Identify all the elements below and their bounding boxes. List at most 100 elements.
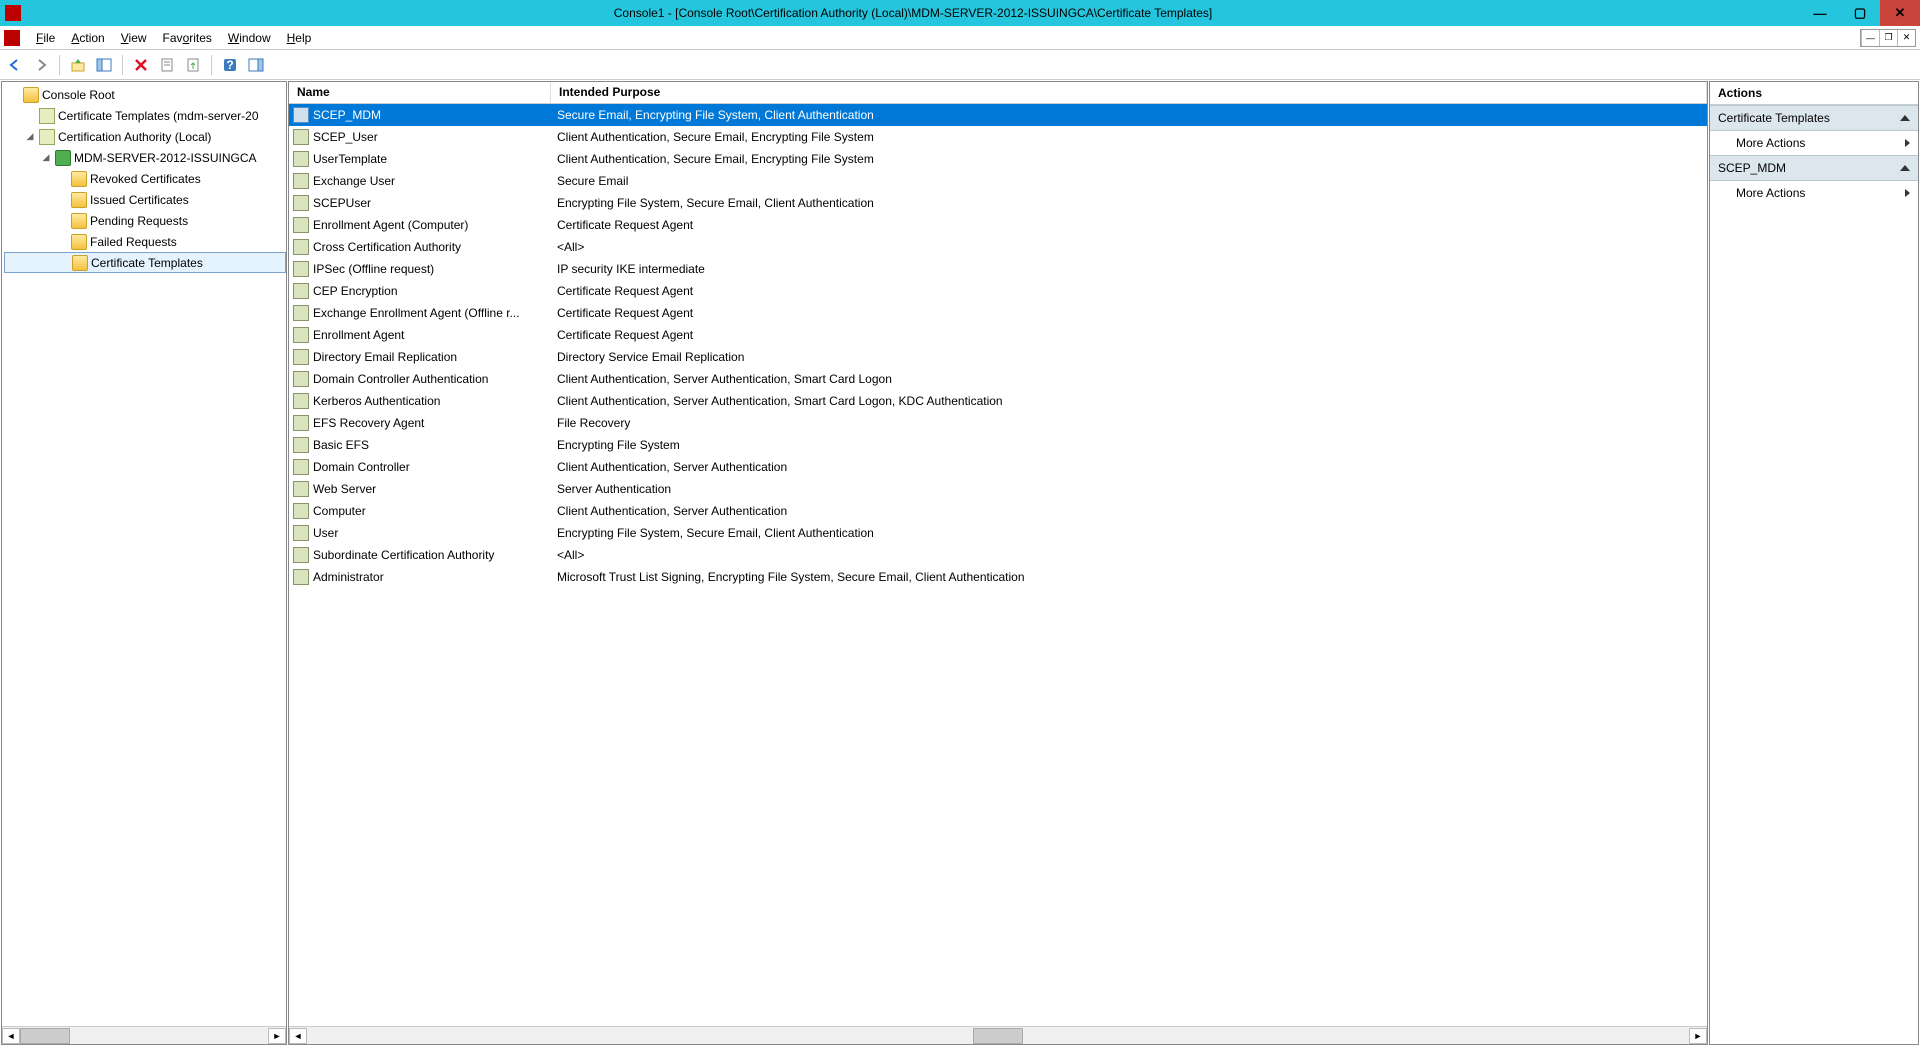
cell-purpose: Encrypting File System, Secure Email, Cl… (551, 196, 1707, 210)
col-header-name[interactable]: Name (289, 82, 551, 103)
mmc-app-icon (5, 5, 21, 21)
toolbar-separator (211, 55, 212, 75)
tree-console-root[interactable]: Console Root (4, 84, 286, 105)
scroll-thumb[interactable] (20, 1028, 70, 1044)
menu-action[interactable]: Action (63, 26, 112, 50)
toolbar: ? (0, 50, 1920, 80)
list-row[interactable]: UserEncrypting File System, Secure Email… (289, 522, 1707, 544)
tree-label: MDM-SERVER-2012-ISSUINGCA (74, 151, 256, 165)
delete-button[interactable] (130, 54, 152, 76)
collapse-icon[interactable]: ◢ (24, 131, 36, 142)
tree-issued-certs[interactable]: Issued Certificates (4, 189, 286, 210)
up-level-button[interactable] (67, 54, 89, 76)
list-h-scrollbar[interactable]: ◄ ► (289, 1026, 1707, 1044)
menu-favorites[interactable]: Favorites (155, 26, 220, 50)
actions-section-templates[interactable]: Certificate Templates (1710, 105, 1918, 131)
list-row[interactable]: Web ServerServer Authentication (289, 478, 1707, 500)
properties-button[interactable] (156, 54, 178, 76)
scroll-right-icon[interactable]: ► (268, 1028, 286, 1044)
list-row[interactable]: Cross Certification Authority <All> (289, 236, 1707, 258)
list-row[interactable]: UserTemplateClient Authentication, Secur… (289, 148, 1707, 170)
show-hide-tree-button[interactable] (93, 54, 115, 76)
close-button[interactable]: ✕ (1880, 0, 1920, 26)
list-row[interactable]: SCEP_UserClient Authentication, Secure E… (289, 126, 1707, 148)
cell-name: Enrollment Agent (Computer) (313, 218, 468, 232)
list-row[interactable]: Subordinate Certification Authority<All> (289, 544, 1707, 566)
menu-window[interactable]: Window (220, 26, 279, 50)
mdi-minimize-button[interactable]: — (1861, 30, 1879, 46)
scroll-thumb[interactable] (973, 1028, 1023, 1044)
scroll-left-icon[interactable]: ◄ (2, 1028, 20, 1044)
submenu-arrow-icon (1905, 139, 1910, 147)
list-row[interactable]: Enrollment Agent Certificate Request Agen… (289, 324, 1707, 346)
tree-certificate-templates[interactable]: Certificate Templates (4, 252, 286, 273)
list-row[interactable]: Domain ControllerClient Authentication, … (289, 456, 1707, 478)
server-icon (55, 150, 71, 166)
menu-file[interactable]: File (28, 26, 63, 50)
list-row[interactable]: Basic EFSEncrypting File System (289, 434, 1707, 456)
mdi-close-button[interactable]: ✕ (1897, 30, 1915, 46)
list-row[interactable]: IPSec (Offline request)IP security IKE i… (289, 258, 1707, 280)
maximize-button[interactable]: ▢ (1840, 0, 1880, 26)
cell-name: Exchange Enrollment Agent (Offline r... (313, 306, 520, 320)
scroll-left-icon[interactable]: ◄ (289, 1028, 307, 1044)
actions-more-selected[interactable]: More Actions (1710, 181, 1918, 205)
back-button[interactable] (4, 54, 26, 76)
tree-failed-requests[interactable]: Failed Requests (4, 231, 286, 252)
list-row[interactable]: Exchange UserSecure Email (289, 170, 1707, 192)
collapse-icon[interactable]: ◢ (40, 152, 52, 163)
menu-help[interactable]: Help (279, 26, 320, 50)
list-row[interactable]: ComputerClient Authentication, Server Au… (289, 500, 1707, 522)
mdi-window-controls: — ❐ ✕ (1860, 29, 1916, 47)
list-row[interactable]: Exchange Enrollment Agent (Offline r...C… (289, 302, 1707, 324)
cell-purpose: Certificate Request Agent (551, 328, 1707, 342)
cell-name: Domain Controller Authentication (313, 372, 488, 386)
tree-label: Certification Authority (Local) (58, 130, 211, 144)
cell-purpose: Client Authentication, Secure Email, Enc… (551, 152, 1707, 166)
list-row[interactable]: EFS Recovery AgentFile Recovery (289, 412, 1707, 434)
tree-h-scrollbar[interactable]: ◄ ► (2, 1026, 286, 1044)
help-button[interactable]: ? (219, 54, 241, 76)
folder-icon (72, 255, 88, 271)
tree-ca-server[interactable]: ◢ MDM-SERVER-2012-ISSUINGCA (4, 147, 286, 168)
tree-label: Failed Requests (90, 235, 177, 249)
scroll-right-icon[interactable]: ► (1689, 1028, 1707, 1044)
folder-icon (71, 192, 87, 208)
folder-icon (71, 213, 87, 229)
list-row[interactable]: CEP EncryptionCertificate Request Agent (289, 280, 1707, 302)
tree-revoked-certs[interactable]: Revoked Certificates (4, 168, 286, 189)
template-icon (293, 547, 309, 563)
col-header-purpose[interactable]: Intended Purpose (551, 82, 1707, 103)
cell-purpose: Client Authentication, Server Authentica… (551, 504, 1707, 518)
cell-name: Exchange User (313, 174, 395, 188)
list-row[interactable]: SCEP_MDMSecure Email, Encrypting File Sy… (289, 104, 1707, 126)
tree-pane: Console Root Certificate Templates (mdm-… (1, 81, 287, 1045)
actions-more-templates[interactable]: More Actions (1710, 131, 1918, 155)
cell-purpose: Certificate Request Agent (551, 284, 1707, 298)
list-row[interactable]: Directory Email ReplicationDirectory Ser… (289, 346, 1707, 368)
cell-name: Enrollment Agent (313, 328, 404, 342)
tree-ca-local[interactable]: ◢ Certification Authority (Local) (4, 126, 286, 147)
tree-pending-requests[interactable]: Pending Requests (4, 210, 286, 231)
cell-name: Cross Certification Authority (313, 240, 461, 254)
list-row[interactable]: Kerberos AuthenticationClient Authentica… (289, 390, 1707, 412)
tree-cert-templates-snapin[interactable]: Certificate Templates (mdm-server-20 (4, 105, 286, 126)
list-row[interactable]: Domain Controller AuthenticationClient A… (289, 368, 1707, 390)
actions-section-label: Certificate Templates (1718, 111, 1830, 125)
cell-purpose: Encrypting File System, Secure Email, Cl… (551, 526, 1707, 540)
mdi-restore-button[interactable]: ❐ (1879, 30, 1897, 46)
menu-view[interactable]: View (113, 26, 155, 50)
show-hide-action-pane-button[interactable] (245, 54, 267, 76)
list-row[interactable]: SCEPUserEncrypting File System, Secure E… (289, 192, 1707, 214)
minimize-button[interactable]: — (1800, 0, 1840, 26)
actions-section-selected[interactable]: SCEP_MDM (1710, 155, 1918, 181)
list-row[interactable]: AdministratorMicrosoft Trust List Signin… (289, 566, 1707, 588)
forward-button[interactable] (30, 54, 52, 76)
template-icon (293, 151, 309, 167)
cell-purpose: Directory Service Email Replication (551, 350, 1707, 364)
cell-purpose: <All> (551, 240, 1707, 254)
template-icon (293, 481, 309, 497)
list-row[interactable]: Enrollment Agent (Computer)Certificate R… (289, 214, 1707, 236)
cell-name: Domain Controller (313, 460, 410, 474)
export-button[interactable] (182, 54, 204, 76)
